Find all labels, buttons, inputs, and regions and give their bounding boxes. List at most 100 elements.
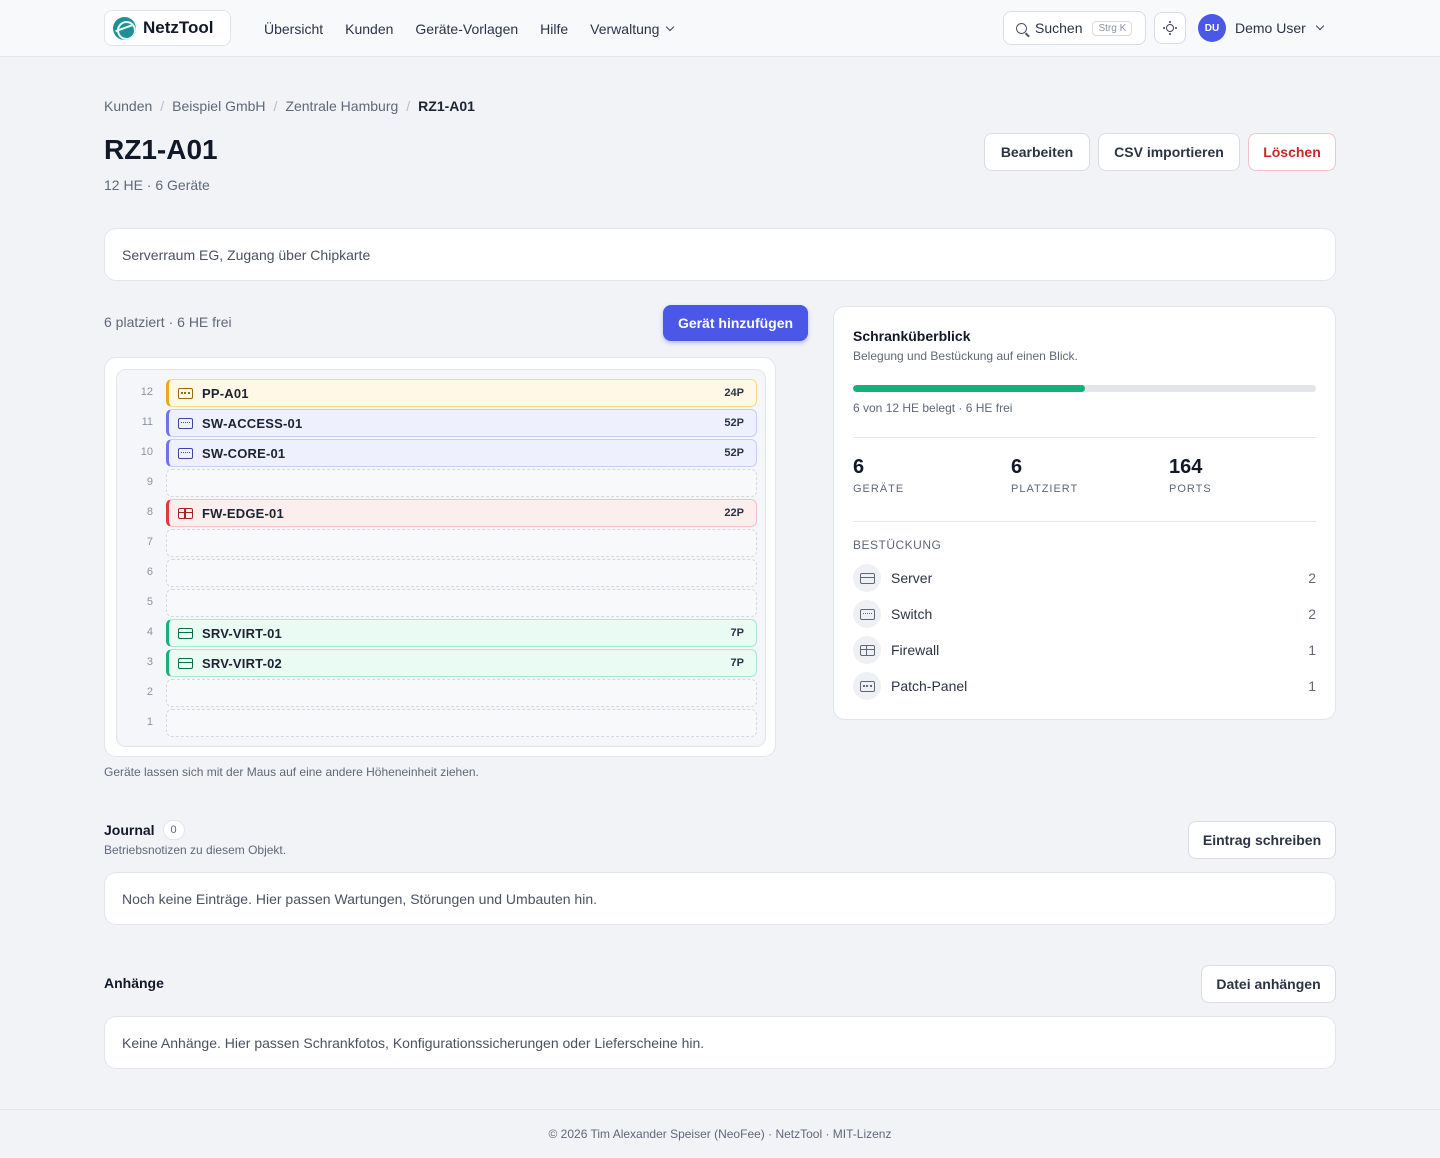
stat-value: 6 — [853, 456, 865, 478]
server-icon — [178, 627, 193, 639]
equipment-icon-badge — [853, 564, 881, 592]
delete-button[interactable]: Löschen — [1248, 133, 1336, 171]
rack-device-server[interactable]: SRV-VIRT-02 7P — [166, 649, 757, 677]
device-name: SW-ACCESS-01 — [202, 415, 303, 431]
equipment-count: 2 — [1308, 570, 1316, 586]
nav-item-kunden[interactable]: Kunden — [345, 21, 393, 37]
stat-placed: 6 PLATZIERT — [1011, 456, 1078, 495]
empty-rack-slot[interactable] — [166, 589, 757, 617]
attach-file-button[interactable]: Datei anhängen — [1201, 965, 1336, 1003]
equipment-icon-badge — [853, 636, 881, 664]
user-menu[interactable]: DU Demo User — [1198, 14, 1325, 42]
rack-overview-card: Schranküberblick Belegung und Bestückung… — [833, 306, 1336, 720]
rack-unit: 1 — [117, 708, 767, 738]
add-device-button[interactable]: Gerät hinzufügen — [663, 305, 808, 341]
overview-title: Schranküberblick — [853, 328, 971, 344]
user-name: Demo User — [1235, 20, 1306, 36]
stat-value: 6 — [1011, 456, 1023, 478]
rack-unit-number: 1 — [146, 716, 153, 728]
description-card: Serverraum EG, Zugang über Chipkarte — [104, 228, 1336, 281]
search-label: Suchen — [1035, 20, 1083, 36]
breadcrumb-customer[interactable]: Beispiel GmbH — [172, 98, 265, 114]
breadcrumb-site[interactable]: Zentrale Hamburg — [285, 98, 398, 114]
stat-label: PORTS — [1169, 483, 1212, 495]
divider — [853, 521, 1316, 522]
server-icon — [178, 657, 193, 669]
rack-unit: 6 — [117, 558, 767, 588]
device-port-count: 22P — [724, 507, 744, 519]
rack-unit: 7 — [117, 528, 767, 558]
device-port-count: 7P — [730, 627, 744, 639]
equipment-row-server: Server 2 — [853, 564, 1316, 592]
breadcrumb-current: RZ1-A01 — [418, 98, 475, 114]
nav-item-uebersicht[interactable]: Übersicht — [264, 21, 323, 37]
rack-unit-number: 4 — [146, 626, 153, 638]
rack-unit-number: 3 — [146, 656, 153, 668]
journal-title: Journal — [104, 822, 155, 838]
rack-unit-number: 6 — [146, 566, 153, 578]
rack-device-switch[interactable]: SW-ACCESS-01 52P — [166, 409, 757, 437]
stat-label: PLATZIERT — [1011, 483, 1079, 495]
write-entry-button[interactable]: Eintrag schreiben — [1188, 821, 1336, 859]
patch-panel-icon — [859, 680, 875, 692]
switch-icon — [859, 608, 875, 620]
device-port-count: 52P — [724, 417, 744, 429]
empty-rack-slot[interactable] — [166, 679, 757, 707]
footer-text: © 2026 Tim Alexander Speiser (NeoFee) · … — [548, 1127, 892, 1141]
nav-item-geraete-vorlagen[interactable]: Geräte-Vorlagen — [415, 21, 518, 37]
rack-device-patch-panel[interactable]: PP-A01 24P — [166, 379, 757, 407]
rack-unit: 8 FW-EDGE-01 22P — [117, 498, 767, 528]
nav-item-verwaltung-label: Verwaltung — [590, 20, 660, 37]
nav-item-hilfe[interactable]: Hilfe — [540, 21, 568, 37]
equipment-heading: BESTÜCKUNG — [853, 538, 942, 552]
journal-count-badge: 0 — [162, 820, 185, 840]
breadcrumb: Kunden / Beispiel GmbH / Zentrale Hambur… — [104, 98, 475, 114]
globe-logo-icon — [113, 16, 136, 40]
rack-unit: 5 — [117, 588, 767, 618]
top-navigation-bar: NetzTool Übersicht Kunden Geräte-Vorlage… — [0, 0, 1440, 57]
placement-summary: 6 platziert · 6 HE frei — [104, 314, 232, 330]
rack-unit: 11 SW-ACCESS-01 52P — [117, 408, 767, 438]
stat-ports: 164 PORTS — [1169, 456, 1212, 495]
rack-unit-number: 12 — [140, 386, 153, 398]
rack-device-firewall[interactable]: FW-EDGE-01 22P — [166, 499, 757, 527]
empty-rack-slot[interactable] — [166, 559, 757, 587]
breadcrumb-separator: / — [160, 98, 165, 114]
equipment-label: Server — [891, 570, 933, 586]
device-name: SRV-VIRT-01 — [202, 625, 282, 641]
stat-devices: 6 GERÄTE — [853, 456, 904, 495]
import-csv-button[interactable]: CSV importieren — [1098, 133, 1240, 171]
rack-unit-number: 11 — [141, 416, 153, 428]
search-button[interactable]: Suchen Strg K — [1003, 11, 1146, 45]
equipment-label: Firewall — [891, 642, 940, 658]
rack-device-server[interactable]: SRV-VIRT-01 7P — [166, 619, 757, 647]
rack-unit: 12 PP-A01 24P — [117, 378, 767, 408]
nav-item-verwaltung[interactable]: Verwaltung — [590, 20, 675, 37]
occupancy-text: 6 von 12 HE belegt · 6 HE frei — [853, 401, 1013, 415]
firewall-icon — [859, 644, 875, 656]
app-logo[interactable]: NetzTool — [104, 10, 231, 46]
rack-unit-number: 9 — [146, 476, 153, 488]
empty-rack-slot[interactable] — [166, 469, 757, 497]
theme-toggle-button[interactable] — [1154, 12, 1186, 44]
equipment-label: Patch-Panel — [891, 678, 968, 694]
search-shortcut: Strg K — [1092, 20, 1133, 36]
rack-unit: 4 SRV-VIRT-01 7P — [117, 618, 767, 648]
equipment-row-firewall: Firewall 1 — [853, 636, 1316, 664]
rack-unit-number: 2 — [146, 686, 153, 698]
device-name: PP-A01 — [202, 385, 249, 401]
empty-rack-slot[interactable] — [166, 709, 757, 737]
attachments-heading: Anhänge — [104, 975, 164, 991]
patch-panel-icon — [178, 387, 193, 399]
breadcrumb-kunden[interactable]: Kunden — [104, 98, 152, 114]
page-title: RZ1-A01 — [104, 134, 218, 165]
rack-device-switch[interactable]: SW-CORE-01 52P — [166, 439, 757, 467]
device-port-count: 24P — [724, 387, 744, 399]
empty-rack-slot[interactable] — [166, 529, 757, 557]
edit-button[interactable]: Bearbeiten — [984, 133, 1090, 171]
rack-unit-number: 10 — [140, 446, 153, 458]
journal-empty-text: Noch keine Einträge. Hier passen Wartung… — [122, 890, 597, 907]
chevron-down-icon — [1315, 21, 1325, 31]
device-name: SRV-VIRT-02 — [202, 655, 282, 671]
equipment-count: 2 — [1308, 606, 1316, 622]
